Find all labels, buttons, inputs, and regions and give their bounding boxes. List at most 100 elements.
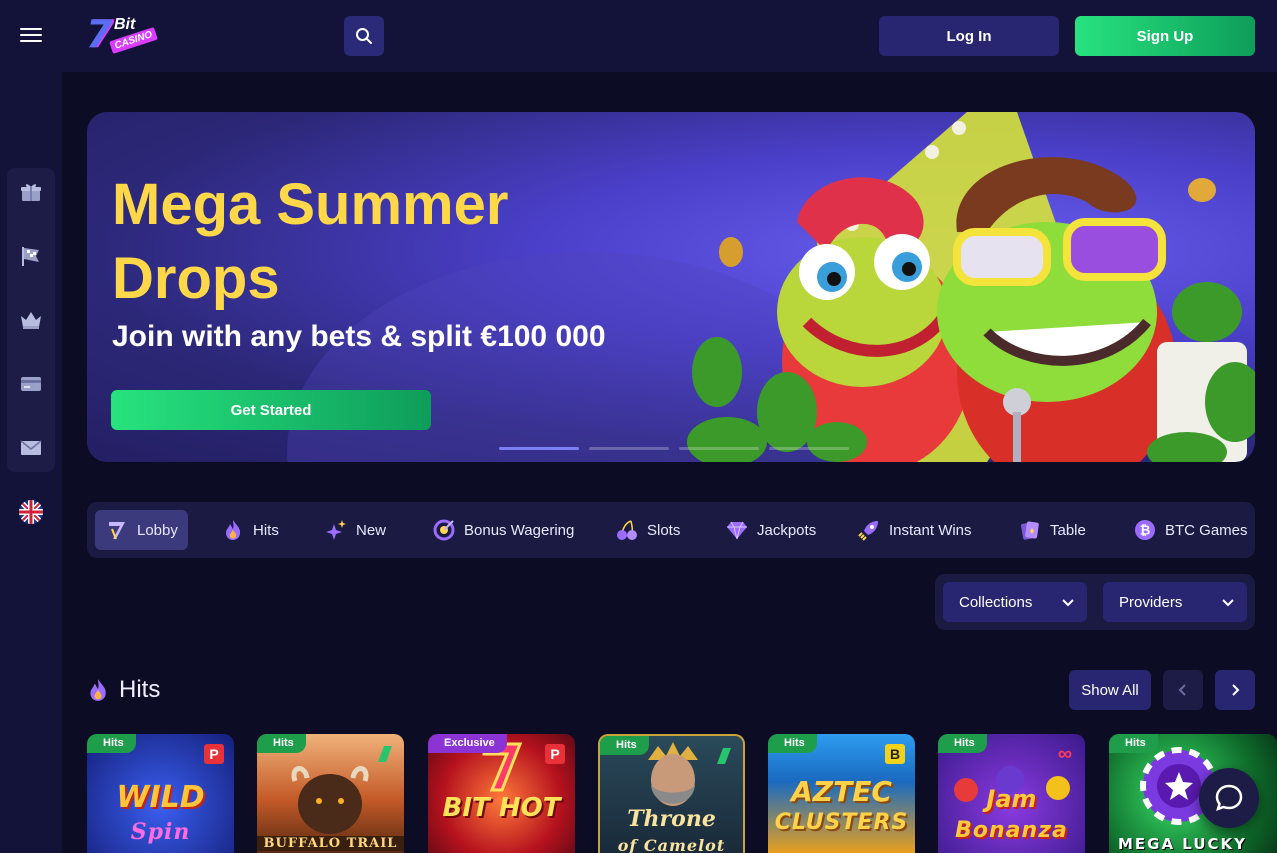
show-all-button[interactable]: Show All <box>1069 670 1151 710</box>
collections-label: Collections <box>959 593 1033 611</box>
sparkle-star-icon <box>324 518 348 542</box>
logo-bit: Bit <box>114 16 136 33</box>
game-tag: Hits <box>600 736 649 755</box>
game-tag: Hits <box>768 734 817 753</box>
game-card[interactable]: AZTEC CLUSTERS Hits B <box>768 734 915 853</box>
game-subtitle: Spin <box>130 819 191 845</box>
lobby-seven-icon <box>105 518 129 542</box>
category-bar: Lobby Hits New Bonus Wagering Slots Jack… <box>87 502 1255 558</box>
game-tag: Hits <box>938 734 987 753</box>
game-title: Jam <box>986 785 1037 813</box>
game-card[interactable]: Jam Bonanza Hits ∞ <box>938 734 1085 853</box>
credit-card-icon[interactable] <box>19 372 43 396</box>
chevron-down-icon <box>1062 599 1074 607</box>
uk-flag-icon[interactable] <box>19 500 43 524</box>
filter-bar: Collections Providers <box>935 574 1255 630</box>
game-subtitle: CLUSTERS <box>774 810 909 835</box>
game-tag: Exclusive <box>428 734 507 753</box>
menu-icon[interactable] <box>18 24 44 48</box>
game-tag: Hits <box>257 734 306 753</box>
category-new[interactable]: New <box>314 510 396 550</box>
category-label: Hits <box>253 521 279 539</box>
provider-badge: P <box>545 744 565 764</box>
rocket-icon <box>857 518 881 542</box>
racing-flag-icon[interactable] <box>19 244 43 268</box>
cherries-icon <box>615 518 639 542</box>
side-nav-group <box>7 168 55 472</box>
banner-subtitle: Join with any bets & split €100 000 <box>112 320 606 353</box>
provider-badge: B <box>885 744 905 764</box>
game-tag: Hits <box>1109 734 1158 753</box>
gift-icon[interactable] <box>19 180 43 204</box>
game-card[interactable]: WILD Spin Hits P <box>87 734 234 853</box>
get-started-button[interactable]: Get Started <box>111 390 431 430</box>
banner-title: Mega Summer Drops <box>112 172 509 311</box>
search-button[interactable] <box>344 16 384 56</box>
target-icon <box>432 518 456 542</box>
game-title: AZTEC <box>791 775 892 808</box>
category-label: BTC Games <box>1165 521 1248 539</box>
game-subtitle: of Camelot <box>617 836 726 853</box>
logo[interactable]: 7 Bit CASINO <box>86 14 158 58</box>
collections-dropdown[interactable]: Collections <box>943 582 1087 622</box>
game-card[interactable]: Throne of Camelot Hits <box>598 734 745 853</box>
category-label: Lobby <box>137 521 178 539</box>
carousel-dot[interactable] <box>679 447 759 450</box>
cards-icon <box>1018 518 1042 542</box>
provider-badge: ∞ <box>1057 743 1073 765</box>
chat-bubble-icon <box>1215 784 1243 812</box>
game-title: BIT HOT <box>442 793 561 823</box>
diamond-icon <box>725 518 749 542</box>
provider-badge: P <box>204 744 224 764</box>
providers-dropdown[interactable]: Providers <box>1103 582 1247 622</box>
game-subtitle: BUFFALO TRAIL <box>257 836 404 851</box>
game-title: WILD <box>116 780 205 815</box>
login-button[interactable]: Log In <box>879 16 1059 56</box>
king-artwork <box>648 742 698 806</box>
category-hits[interactable]: Hits <box>211 510 289 550</box>
previous-button[interactable] <box>1163 670 1203 710</box>
crown-icon[interactable] <box>19 308 43 332</box>
game-card[interactable]: BUFFALO TRAIL Hits <box>257 734 404 853</box>
carousel-dot[interactable] <box>769 447 849 450</box>
banner-artwork <box>687 112 1255 462</box>
game-card[interactable]: BIT HOT Exclusive P <box>428 734 575 853</box>
provider-badge <box>374 744 394 764</box>
category-label: Table <box>1050 521 1086 539</box>
category-label: Instant Wins <box>889 521 972 539</box>
chevron-down-icon <box>1222 599 1234 607</box>
next-button[interactable] <box>1215 670 1255 710</box>
svg-text:₿: ₿ <box>1140 524 1151 539</box>
carousel-indicators <box>499 447 849 450</box>
chevron-right-icon <box>1232 684 1240 696</box>
category-btc-games[interactable]: ₿ BTC Games <box>1123 510 1258 550</box>
flame-icon <box>221 518 245 542</box>
game-subtitle: MEGA LUCKY <box>1117 835 1247 853</box>
section-title-text: Hits <box>119 676 161 703</box>
category-table[interactable]: Table <box>1008 510 1096 550</box>
chevron-left-icon <box>1178 684 1186 696</box>
buffalo-artwork <box>291 766 369 834</box>
category-bonus-wagering[interactable]: Bonus Wagering <box>422 510 584 550</box>
side-nav <box>0 72 62 853</box>
category-instant-wins[interactable]: Instant Wins <box>847 510 982 550</box>
promo-banner[interactable]: Mega Summer Drops Join with any bets & s… <box>87 112 1255 462</box>
providers-label: Providers <box>1119 593 1183 611</box>
category-lobby[interactable]: Lobby <box>95 510 188 550</box>
category-slots[interactable]: Slots <box>605 510 690 550</box>
carousel-dot[interactable] <box>499 447 579 450</box>
game-title: Throne <box>627 806 716 832</box>
category-label: Slots <box>647 521 681 539</box>
envelope-icon[interactable] <box>19 436 43 460</box>
bitcoin-icon: ₿ <box>1133 518 1157 542</box>
logo-seven: 7 <box>86 12 113 56</box>
signup-button[interactable]: Sign Up <box>1075 16 1255 56</box>
top-bar: 7 Bit CASINO Log In Sign Up <box>0 0 1277 72</box>
section-title: Hits <box>87 676 160 704</box>
category-label: Bonus Wagering <box>464 521 575 539</box>
game-subtitle: Bonanza <box>955 818 1068 843</box>
category-label: New <box>356 521 387 539</box>
live-chat-button[interactable] <box>1199 768 1259 828</box>
category-jackpots[interactable]: Jackpots <box>715 510 826 550</box>
carousel-dot[interactable] <box>589 447 669 450</box>
